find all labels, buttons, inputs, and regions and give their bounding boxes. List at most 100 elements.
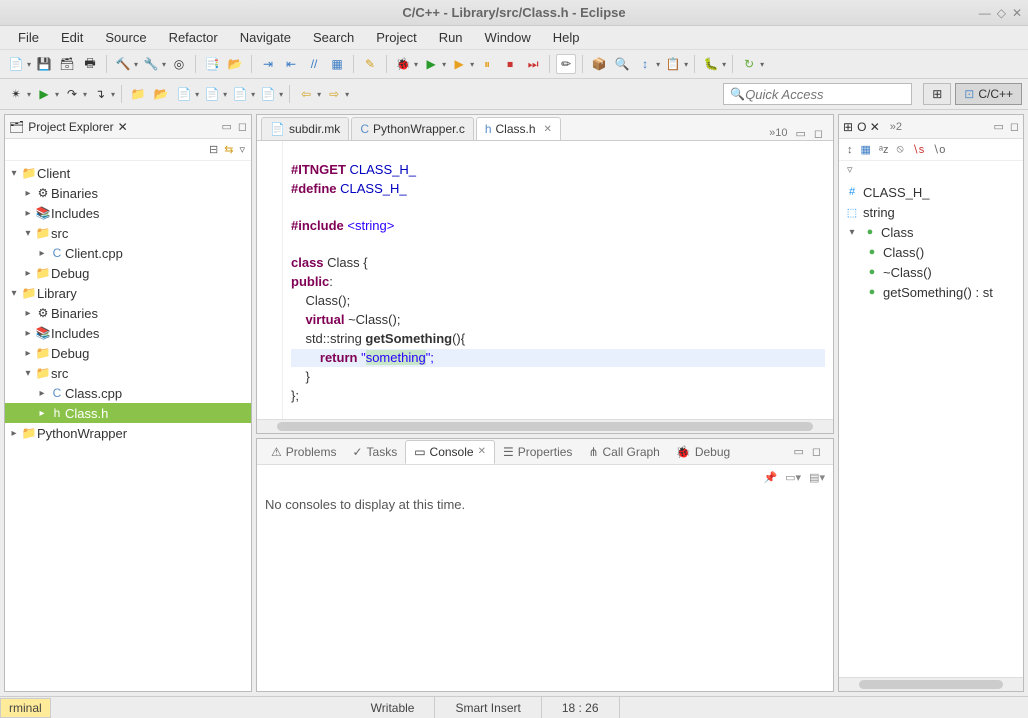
tree-clientcpp[interactable]: ▸CClient.cpp <box>5 243 251 263</box>
open-icon[interactable]: 📂 <box>225 54 245 74</box>
max-bottom-icon[interactable]: ◻ <box>812 445 821 458</box>
newhdr-icon[interactable]: 📄 <box>230 84 250 104</box>
viewmenu-icon[interactable]: ▿ <box>239 143 245 156</box>
max-outline-icon[interactable]: ◻ <box>1010 120 1019 133</box>
editor-scrollbar[interactable] <box>257 419 833 433</box>
stepinto-icon[interactable]: ↴ <box>90 84 110 104</box>
filter-icon[interactable]: 📑 <box>202 54 222 74</box>
collapse-icon[interactable]: ⊟ <box>209 143 218 156</box>
close-icon[interactable]: ✕ <box>1012 6 1022 20</box>
tree-classh[interactable]: ▸hClass.h <box>5 403 251 423</box>
tree-lib-binaries[interactable]: ▸⚙Binaries <box>5 303 251 323</box>
menu-run[interactable]: Run <box>429 28 473 47</box>
tab-pythonwrapper[interactable]: CPythonWrapper.c <box>351 117 474 140</box>
tree-includes[interactable]: ▸📚Includes <box>5 203 251 223</box>
stop-icon[interactable]: ⏹ <box>500 54 520 74</box>
disconnect-icon[interactable]: ⏭ <box>523 54 543 74</box>
tab-subdir[interactable]: 📄subdir.mk <box>261 117 349 140</box>
maximize-view-icon[interactable]: ◻ <box>238 120 247 133</box>
block-icon[interactable]: ▦ <box>327 54 347 74</box>
run-icon[interactable]: ▶ <box>421 54 441 74</box>
menu-source[interactable]: Source <box>95 28 156 47</box>
saveall-icon[interactable]: 🗃 <box>57 54 77 74</box>
max-editor-icon[interactable]: ◻ <box>814 127 823 140</box>
quick-access-input[interactable] <box>745 87 905 102</box>
outline-class[interactable]: ▾●Class <box>841 222 1021 242</box>
menu-refactor[interactable]: Refactor <box>159 28 228 47</box>
link-icon[interactable]: ⇆ <box>224 143 233 156</box>
print-icon[interactable]: 🖶 <box>80 54 100 74</box>
outline-string[interactable]: ⬚string <box>841 202 1021 222</box>
tree-debug[interactable]: ▸📁Debug <box>5 263 251 283</box>
new-icon[interactable]: 📄 <box>6 54 26 74</box>
tree-lib-debug[interactable]: ▸📁Debug <box>5 343 251 363</box>
outline-tree[interactable]: #CLASS_H_ ⬚string ▾●Class ●Class() ●~Cla… <box>839 178 1023 677</box>
close-console-icon[interactable]: ✕ <box>478 446 486 457</box>
target-icon[interactable]: ◎ <box>169 54 189 74</box>
outline-scrollbar[interactable] <box>839 677 1023 691</box>
newsrc-icon[interactable]: 📄 <box>202 84 222 104</box>
min-editor-icon[interactable]: ▭ <box>795 127 805 140</box>
annotation-icon[interactable]: ↕ <box>635 54 655 74</box>
tree-classcpp[interactable]: ▸CClass.cpp <box>5 383 251 403</box>
sort-az-icon[interactable]: ᵃz <box>879 144 889 156</box>
refresh-icon[interactable]: ↻ <box>739 54 759 74</box>
minimize-view-icon[interactable]: ▭ <box>221 120 231 133</box>
hide3-icon[interactable]: ∖o <box>932 143 945 156</box>
close-tab-icon[interactable]: ✕ <box>544 124 552 135</box>
tab-problems[interactable]: ⚠Problems <box>263 441 344 463</box>
fwd-icon[interactable]: ⇨ <box>324 84 344 104</box>
quick-access[interactable]: 🔍 <box>723 83 912 105</box>
outline-getsomething[interactable]: ●getSomething() : st <box>841 282 1021 302</box>
profile-icon[interactable]: ▶ <box>449 54 469 74</box>
newfile-icon[interactable]: 📄 <box>258 84 278 104</box>
outdent-icon[interactable]: ⇤ <box>281 54 301 74</box>
menu-edit[interactable]: Edit <box>51 28 93 47</box>
tab-console[interactable]: ▭Console✕ <box>405 440 495 464</box>
menu-search[interactable]: Search <box>303 28 364 47</box>
display-icon[interactable]: ▭▾ <box>785 471 801 484</box>
highlight-icon[interactable]: ✏ <box>556 54 576 74</box>
perspective-cpp[interactable]: ⊡C/C++ <box>955 83 1022 105</box>
menu-window[interactable]: Window <box>475 28 541 47</box>
sort-icon[interactable]: ↕ <box>847 144 853 156</box>
wrench-icon[interactable]: 🔧 <box>141 54 161 74</box>
search2-icon[interactable]: 🔍 <box>612 54 632 74</box>
back-icon[interactable]: ⇦ <box>296 84 316 104</box>
run2-icon[interactable]: ▶ <box>34 84 54 104</box>
indent-icon[interactable]: ⇥ <box>258 54 278 74</box>
open-perspective-button[interactable]: ⊞ <box>923 83 951 105</box>
tree-library[interactable]: ▾📁Library <box>5 283 251 303</box>
tab-callgraph[interactable]: ⋔Call Graph <box>580 441 667 463</box>
outline-ctor[interactable]: ●Class() <box>841 242 1021 262</box>
menu-navigate[interactable]: Navigate <box>230 28 301 47</box>
tree-src[interactable]: ▾📁src <box>5 223 251 243</box>
minimize-icon[interactable]: — <box>979 6 991 20</box>
menu-file[interactable]: File <box>8 28 49 47</box>
markers-icon[interactable]: 📋 <box>663 54 683 74</box>
bug-icon[interactable]: 🐛 <box>701 54 721 74</box>
tree-pythonwrapper[interactable]: ▸📁PythonWrapper <box>5 423 251 443</box>
hide2-icon[interactable]: ∖s <box>912 143 925 156</box>
menu-help[interactable]: Help <box>543 28 590 47</box>
tab-debug[interactable]: 🐞Debug <box>668 441 738 463</box>
tree-lib-src[interactable]: ▾📁src <box>5 363 251 383</box>
tab-tasks[interactable]: ✓Tasks <box>344 441 405 463</box>
terminal-tab[interactable]: rminal <box>0 698 51 718</box>
launch-icon[interactable]: ✴ <box>6 84 26 104</box>
tree-client[interactable]: ▾📁Client <box>5 163 251 183</box>
newconsole-icon[interactable]: ▤▾ <box>809 471 825 484</box>
build-icon[interactable]: 🔨 <box>113 54 133 74</box>
tree-lib-includes[interactable]: ▸📚Includes <box>5 323 251 343</box>
newproj-icon[interactable]: 📂 <box>151 84 171 104</box>
tab-properties[interactable]: ☰Properties <box>495 441 580 463</box>
maximize-icon[interactable]: ◇ <box>997 6 1006 20</box>
pause-icon[interactable]: ⏸ <box>477 54 497 74</box>
min-outline-icon[interactable]: ▭ <box>993 120 1003 133</box>
debug-icon[interactable]: 🐞 <box>393 54 413 74</box>
code-editor[interactable]: #ITNGET CLASS_H_ #define CLASS_H_ #inclu… <box>257 141 833 419</box>
stepover-icon[interactable]: ↷ <box>62 84 82 104</box>
newfolder-icon[interactable]: 📁 <box>128 84 148 104</box>
hide-icon[interactable]: ⦸ <box>897 143 904 156</box>
pin-icon[interactable]: 📌 <box>763 471 777 484</box>
